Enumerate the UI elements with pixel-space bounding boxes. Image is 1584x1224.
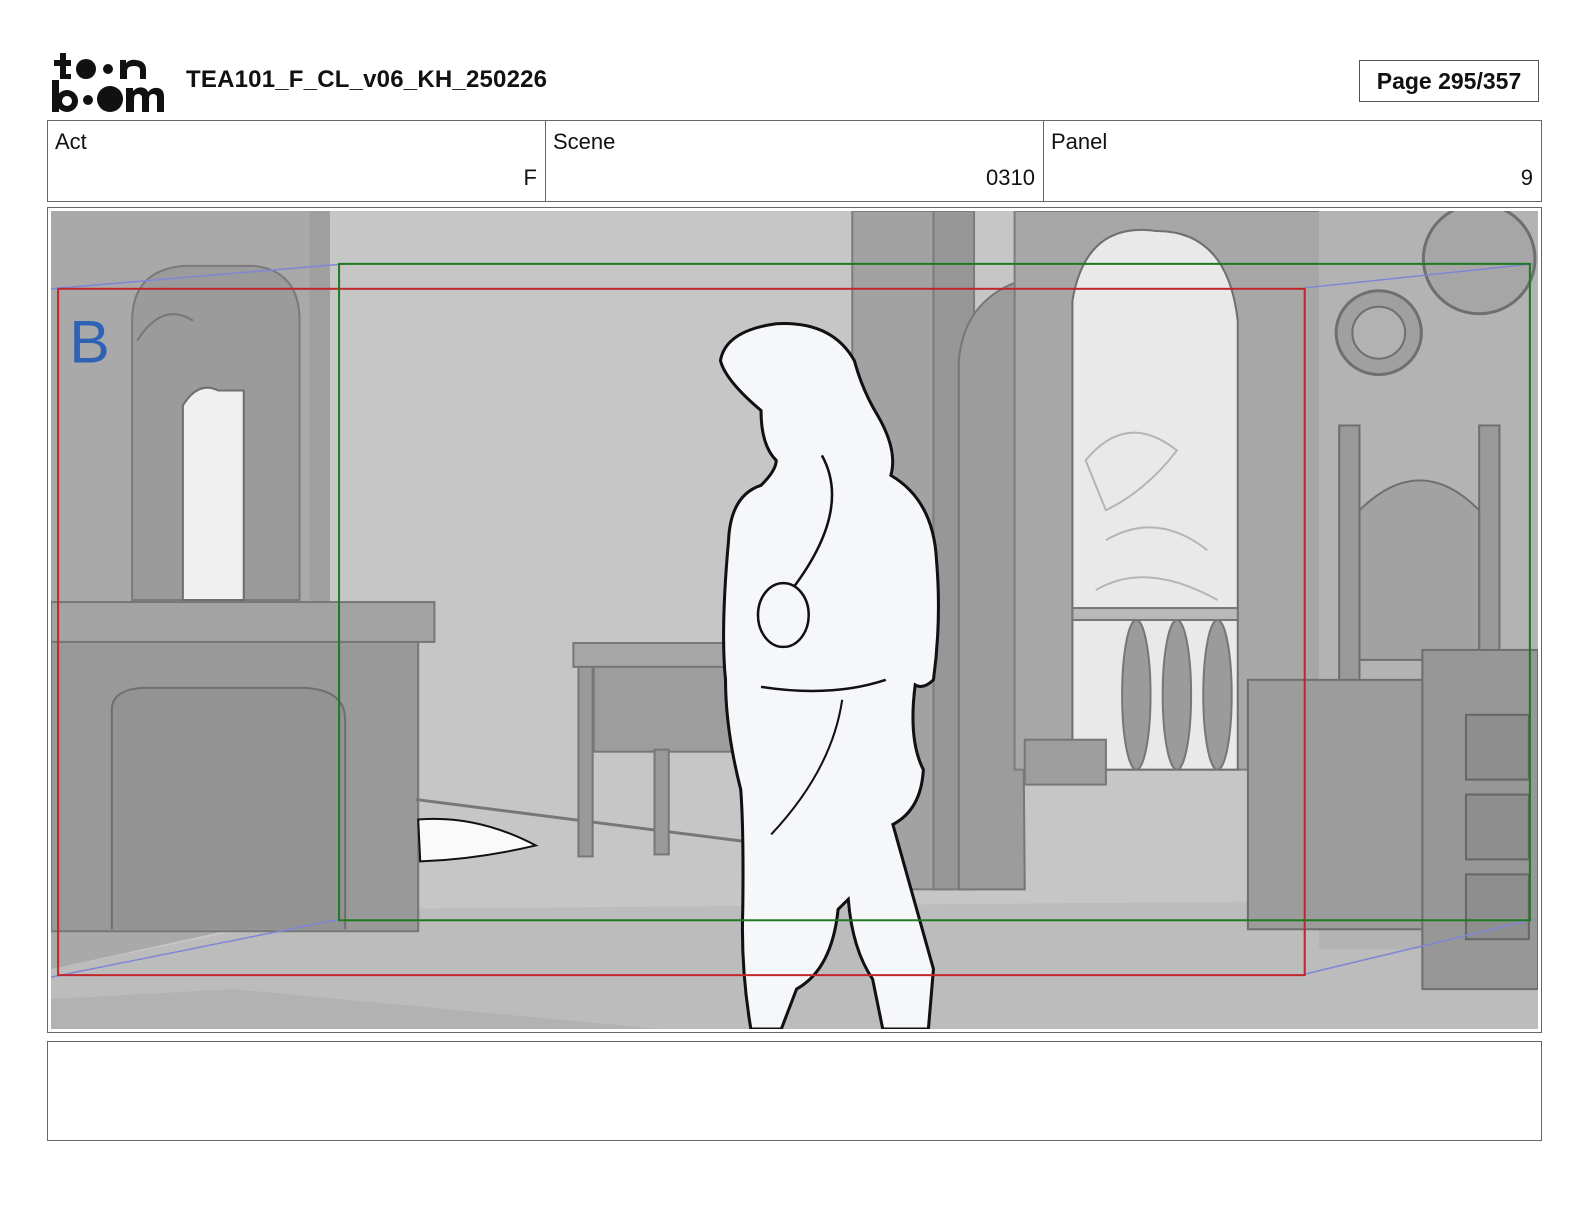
storyboard-panel: B <box>47 207 1542 1033</box>
panel-label: Panel <box>1051 129 1108 154</box>
toon-boom-logo <box>50 50 166 114</box>
scene-value: 0310 <box>986 165 1035 190</box>
act-label: Act <box>55 129 87 154</box>
layer-letter: B <box>69 308 110 375</box>
page-indicator: Page 295/357 <box>1359 60 1539 102</box>
info-row: Act F Scene 0310 Panel 9 <box>47 120 1542 202</box>
scene-label: Scene <box>553 129 616 154</box>
panel-drawing: B <box>51 211 1538 1029</box>
panel-cell: Panel 9 <box>1044 121 1541 201</box>
scene-cell: Scene 0310 <box>546 121 1044 201</box>
notes-box[interactable] <box>47 1041 1542 1141</box>
toon-boom-logo-icon <box>52 53 164 112</box>
panel-value: 9 <box>1520 165 1533 190</box>
act-value: F <box>523 165 537 190</box>
act-cell: Act F <box>48 121 546 201</box>
document-title: TEA101_F_CL_v06_KH_250226 <box>186 66 548 93</box>
